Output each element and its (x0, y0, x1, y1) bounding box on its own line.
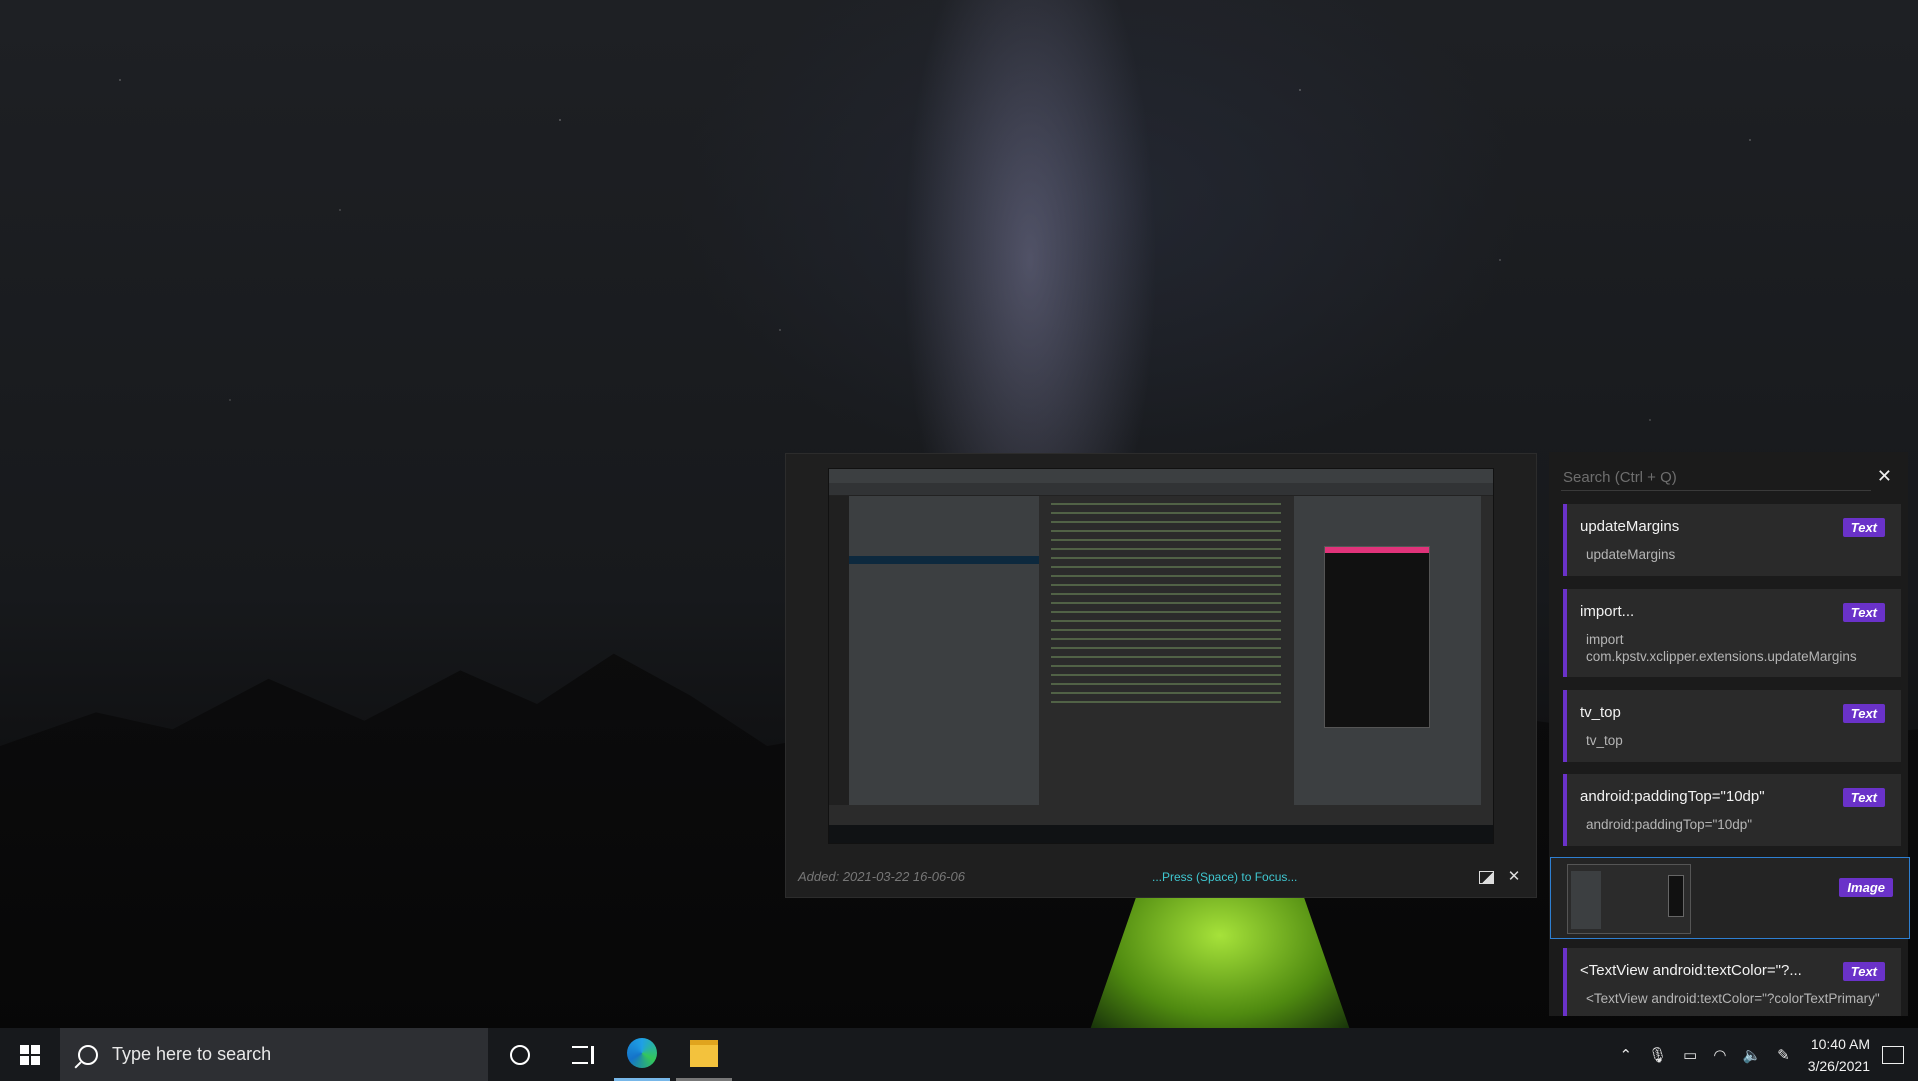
clip-item-content: import com.kpstv.xclipper.extensions.upd… (1586, 632, 1857, 664)
clip-type-badge: Text (1842, 603, 1885, 622)
clock[interactable]: 10:40 AM 3/26/2021 (1808, 1033, 1870, 1077)
search-input[interactable] (1561, 464, 1875, 490)
edge-browser-icon[interactable] (614, 1028, 670, 1081)
notification-icon[interactable] (1882, 1045, 1904, 1064)
image-preview-window: Added: 2021-03-22 16-06-06 ...Press (Spa… (785, 453, 1537, 898)
clip-type-badge: Text (1842, 704, 1885, 723)
clock-time: 10:40 AM (1810, 1035, 1870, 1052)
clip-type-badge: Text (1842, 518, 1885, 537)
clip-item-content: android:paddingTop="10dp" (1586, 817, 1753, 832)
windows-logo-icon (20, 1044, 40, 1065)
clip-item[interactable]: <TextView android:textColor="?... Text <… (1563, 948, 1901, 1016)
pen-icon[interactable]: ✎ (1777, 1046, 1790, 1064)
clip-item-title: tv_top (1580, 704, 1621, 721)
clip-item[interactable]: updateMargins Text updateMargins (1563, 504, 1901, 576)
clip-type-badge: Text (1842, 962, 1885, 981)
clip-item-content: updateMargins (1586, 547, 1676, 562)
clip-item[interactable]: android:paddingTop="10dp" Text android:p… (1563, 774, 1901, 846)
clip-item-title: import... (1580, 603, 1635, 620)
clip-item-title: updateMargins (1580, 518, 1680, 535)
search-icon (78, 1044, 98, 1065)
microphone-icon[interactable]: 🎙 (1648, 1046, 1667, 1064)
clip-item[interactable]: tv_top Text tv_top (1563, 690, 1901, 762)
close-icon[interactable]: ✕ (1877, 466, 1892, 487)
clip-image-thumbnail (1567, 864, 1691, 934)
battery-icon[interactable]: ▭ (1683, 1046, 1697, 1064)
clip-item-content: <TextView android:textColor="?colorTextP… (1586, 991, 1880, 1006)
taskbar-search-placeholder: Type here to search (112, 1044, 272, 1064)
preview-focus-hint: ...Press (Space) to Focus... (1152, 870, 1298, 884)
wifi-icon[interactable]: ◠ (1713, 1046, 1726, 1064)
chevron-up-icon[interactable]: ⌃ (1620, 1046, 1633, 1064)
image-icon[interactable] (1476, 867, 1496, 887)
clip-item-image[interactable]: Image (1550, 857, 1910, 939)
clip-type-badge: Image (1839, 878, 1893, 897)
clipboard-panel: ✕ updateMargins Text updateMargins impor… (1549, 452, 1910, 1016)
preview-close-icon[interactable]: ✕ (1504, 867, 1524, 887)
clip-item-title: android:paddingTop="10dp" (1580, 788, 1765, 805)
preview-added-date: Added: 2021-03-22 16-06-06 (798, 869, 965, 884)
clip-item-content: tv_top (1586, 733, 1623, 748)
volume-icon[interactable]: 🔈 (1742, 1046, 1761, 1064)
clip-item-title: <TextView android:textColor="?... (1580, 962, 1802, 979)
system-tray: ⌃ 🎙 ▭ ◠ 🔈 ✎ 10:40 AM 3/26/2021 (1612, 1028, 1918, 1081)
preview-screenshot (828, 468, 1494, 844)
start-button[interactable] (0, 1028, 60, 1081)
clock-date: 3/26/2021 (1807, 1057, 1870, 1074)
clip-item[interactable]: import... Text import com.kpstv.xclipper… (1563, 589, 1901, 677)
search-box (1561, 464, 1875, 491)
cortana-icon[interactable] (492, 1028, 548, 1081)
taskbar-search-box[interactable]: Type here to search (60, 1028, 488, 1081)
file-explorer-icon[interactable] (676, 1028, 732, 1081)
clip-type-badge: Text (1842, 788, 1885, 807)
windows-taskbar: Type here to search ⌃ 🎙 ▭ ◠ 🔈 ✎ 10:40 AM… (0, 1028, 1918, 1081)
task-view-icon[interactable] (552, 1028, 608, 1081)
